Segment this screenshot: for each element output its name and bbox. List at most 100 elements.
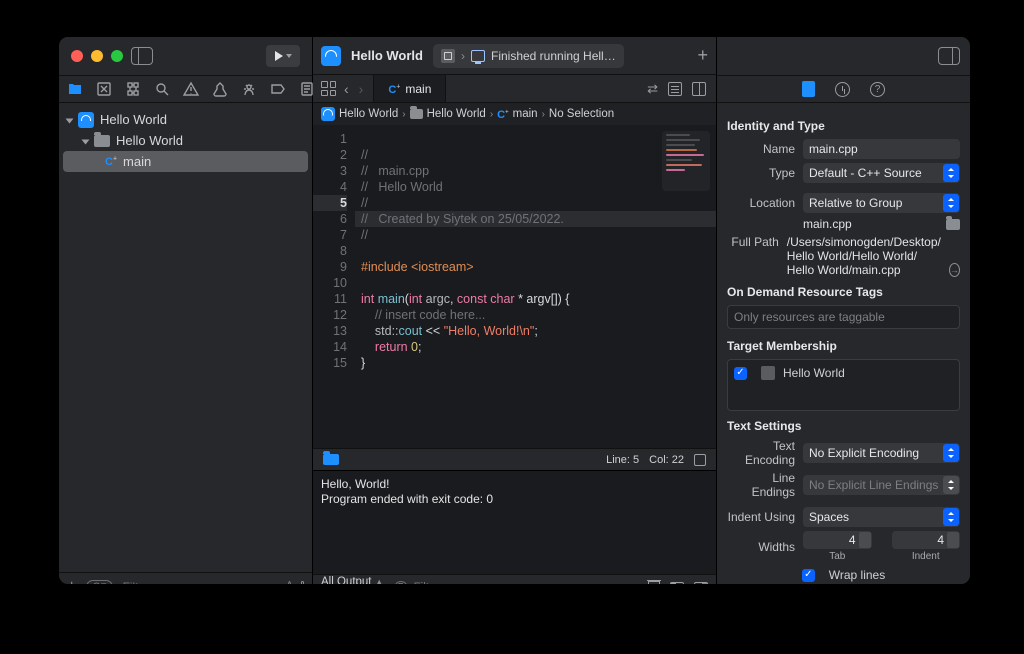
folder-icon [94,135,110,147]
my-mac-icon [471,50,485,62]
quick-help-icon[interactable]: ? [870,82,885,97]
indent-label: Indent Using [727,510,795,524]
disclosure-triangle-icon[interactable] [82,139,90,144]
navigator-selector [59,75,312,103]
window-titlebar [59,37,312,75]
symbol-navigator-icon[interactable] [125,81,141,97]
traffic-lights [71,50,123,62]
add-editor-button[interactable]: + [697,45,708,66]
editor-mode-icon[interactable] [694,454,706,466]
inspector-selector: ? [717,75,970,103]
issue-navigator-icon[interactable] [183,81,199,97]
project-navigator-icon[interactable] [67,81,83,97]
toggle-right-panel-icon[interactable] [938,47,960,65]
section-odrt: On Demand Resource Tags [727,285,960,299]
jump-segment[interactable]: Hello World [427,108,486,120]
cpp-file-icon: C+ [388,83,400,96]
jump-bar[interactable]: Hello World › Hello World › C+ main › No… [313,103,716,125]
executable-icon [761,366,775,380]
editor-options-icon[interactable] [668,82,682,96]
filter-icon: ⦿ [394,581,408,586]
code-editor[interactable]: 123456789101112131415 //// main.cpp// He… [313,125,716,448]
indent-width-field[interactable]: 4 [892,531,961,549]
navigator-footer: + ⊙≡ [59,572,312,585]
disclosure-triangle-icon[interactable] [66,118,74,123]
section-target: Target Membership [727,339,960,353]
minimize-button[interactable] [91,50,103,62]
line-gutter: 123456789101112131415 [313,125,355,448]
indent-select[interactable]: Spaces [803,507,960,527]
editor-tab[interactable]: C+ main [374,75,446,102]
folder-icon [410,109,423,119]
source-control-navigator-icon[interactable] [96,81,112,97]
tab-width-field[interactable]: 4 [803,531,872,549]
file-inspector-icon[interactable] [802,81,815,97]
lineendings-select: No Explicit Line Endings [803,475,960,495]
editor-statusbar: Line: 5 Col: 22 [313,448,716,470]
test-navigator-icon[interactable] [212,81,228,97]
chevron-down-icon [286,54,292,58]
nav-forward-button[interactable]: › [357,81,366,97]
split-editor-icon[interactable] [692,82,706,96]
minimap[interactable] [662,131,710,191]
project-tree: Hello World Hello World C+ main [59,103,312,572]
breakpoint-navigator-icon[interactable] [270,81,286,97]
choose-location-icon[interactable] [946,219,960,230]
console-output[interactable]: Hello, World! Program ended with exit co… [313,471,716,574]
editor-area: Hello World › Finished running Hell… + ‹… [313,37,717,585]
target-checkbox[interactable] [734,367,747,380]
console-pane-toggle[interactable] [694,582,708,586]
section-text: Text Settings [727,419,960,433]
encoding-select[interactable]: No Explicit Encoding [803,443,960,463]
console-scope[interactable]: All Output ▲▼ [321,576,384,586]
executable-icon [441,49,455,63]
debug-console: Hello, World! Program ended with exit co… [313,470,716,585]
scm-filter-icon[interactable] [301,581,304,586]
indent-sublabel: Indent [892,551,961,562]
console-filter-input[interactable] [414,582,638,586]
navigator-sidebar: Hello World Hello World C+ main + ⊙≡ [59,37,313,585]
scheme-selector[interactable]: › Finished running Hell… [433,44,624,68]
navigator-filter-input[interactable] [123,580,278,586]
maximize-button[interactable] [111,50,123,62]
chevron-right-icon: › [490,109,493,120]
jump-segment[interactable]: Hello World [339,108,398,120]
run-button[interactable] [266,45,300,67]
wrap-checkbox[interactable] [802,569,815,582]
jump-segment[interactable]: main [513,108,538,120]
widths-label: Widths [727,540,795,554]
find-navigator-icon[interactable] [154,81,170,97]
tree-file-row[interactable]: C+ main [63,151,308,172]
nav-back-button[interactable]: ‹ [342,81,351,97]
inspector-body: Identity and Type Name main.cpp Type Def… [717,103,970,585]
tree-project-row[interactable]: Hello World [63,109,308,130]
reveal-in-finder-icon[interactable] [949,263,960,277]
related-items-icon[interactable] [321,81,336,96]
history-inspector-icon[interactable] [835,82,850,97]
editor-tabbar: ‹ › C+ main ⇄ [313,75,716,103]
variables-pane-toggle[interactable] [670,582,684,586]
filter-scope-icon[interactable]: ⊙≡ [86,580,112,586]
recent-files-icon[interactable] [288,581,291,586]
debug-navigator-icon[interactable] [241,81,257,97]
type-select[interactable]: Default - C++ Source [803,163,960,183]
project-name-label: Hello World [351,48,423,63]
section-identity: Identity and Type [727,119,960,133]
close-button[interactable] [71,50,83,62]
tree-folder-row[interactable]: Hello World [63,130,308,151]
col-label: Col: 22 [649,454,684,466]
location-select[interactable]: Relative to Group [803,193,960,213]
scheme-status-label: Finished running Hell… [491,49,616,63]
add-button[interactable]: + [67,579,76,586]
odrt-box: Only resources are taggable [727,305,960,329]
clear-console-button[interactable] [648,581,660,585]
jump-segment[interactable]: No Selection [549,108,614,120]
path-icon[interactable] [323,454,339,465]
target-name: Hello World [783,366,845,380]
toggle-left-panel-icon[interactable] [131,47,153,65]
chevron-right-icon: › [461,49,465,63]
encoding-label: Text Encoding [727,439,795,467]
jump-to-line-icon[interactable]: ⇄ [647,81,658,97]
name-field[interactable]: main.cpp [803,139,960,159]
line-label: Line: 5 [606,454,639,466]
